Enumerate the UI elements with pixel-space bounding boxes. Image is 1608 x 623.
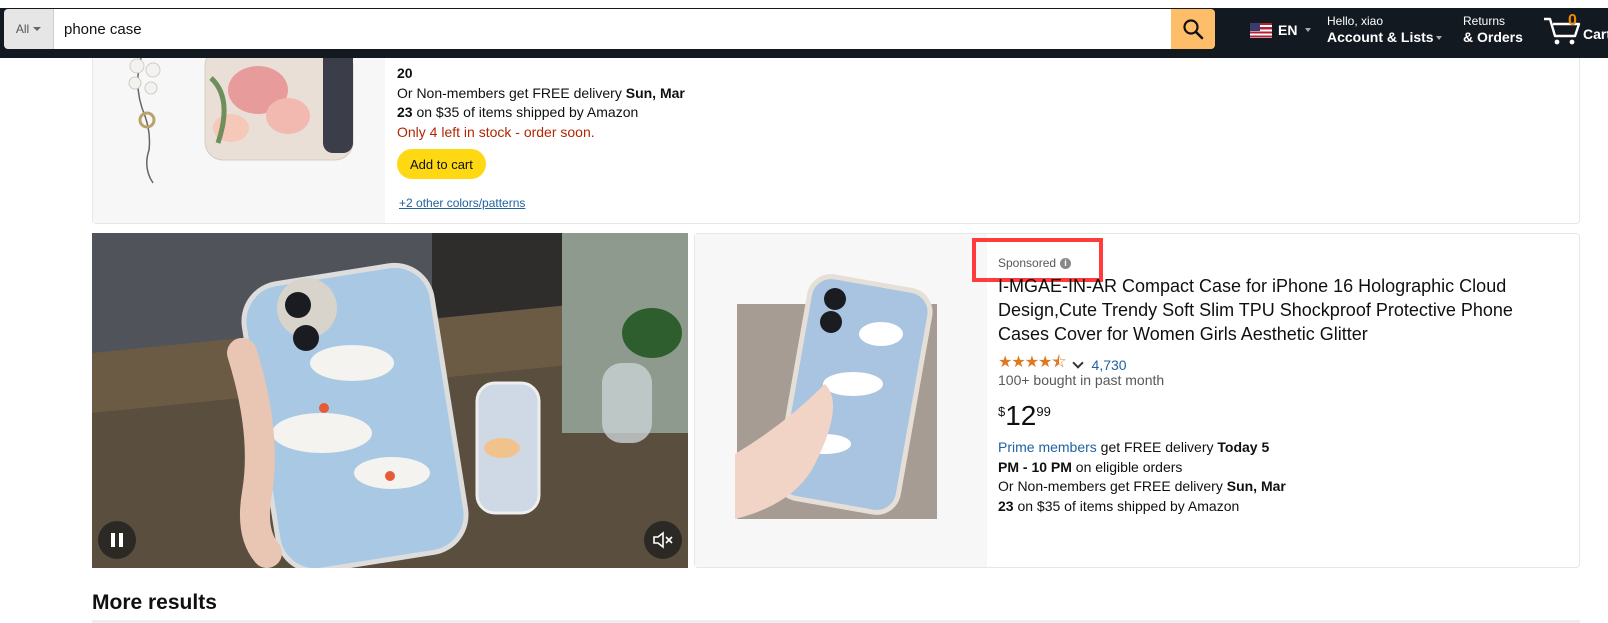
prime-members-link[interactable]: Prime members	[998, 439, 1097, 455]
chevron-down-icon	[33, 27, 42, 31]
prime-delivery-suffix: on eligible orders	[1071, 458, 1183, 475]
top-nav-bar: All EN Hello, xiao Account & Lists Retur…	[0, 0, 1608, 58]
cart-label: Cart	[1583, 26, 1608, 42]
cart-count: 0	[1568, 12, 1577, 29]
search-icon	[1183, 19, 1204, 40]
top-strip	[0, 0, 1608, 8]
price-whole: 12	[1005, 400, 1037, 431]
chevron-down-icon	[1435, 36, 1442, 41]
delivery-date: 20	[397, 65, 413, 81]
product-image[interactable]	[93, 58, 385, 223]
price[interactable]: $1299	[998, 400, 1051, 432]
product-image[interactable]	[695, 234, 987, 567]
pause-icon	[111, 533, 115, 547]
add-to-cart-button[interactable]: Add to cart	[397, 149, 486, 179]
rating-count-link[interactable]: 4,730	[1092, 357, 1127, 373]
account-menu[interactable]: Hello, xiao Account & Lists	[1327, 14, 1442, 46]
other-colors-link[interactable]: +2 other colors/patterns	[399, 196, 525, 210]
search-input[interactable]	[54, 9, 1171, 49]
nonmember-delivery-suffix: on $35 of items shipped by Amazon	[412, 104, 639, 120]
delivery-info: Prime members get FREE delivery Today 5 …	[998, 438, 1328, 516]
product-card: 20 Or Non-members get FREE delivery Sun,…	[92, 58, 1580, 224]
nonmember-delivery-date-2: 23	[998, 497, 1014, 514]
mute-button[interactable]	[644, 521, 682, 559]
sponsored-video[interactable]	[92, 233, 688, 568]
account-greeting: Hello, xiao	[1327, 14, 1384, 28]
search-category-label: All	[15, 22, 30, 36]
more-results-heading: More results	[92, 591, 217, 614]
product-title[interactable]: I-MGAE-IN-AR Compact Case for iPhone 16 …	[998, 274, 1566, 346]
price-fraction: 99	[1036, 404, 1051, 419]
returns-orders-link[interactable]: Returns & Orders	[1463, 14, 1523, 46]
info-icon: i	[1060, 257, 1072, 269]
nonmember-delivery-text: Or Non-members get FREE delivery	[397, 84, 626, 101]
nonmember-delivery-date-2: 23	[397, 104, 413, 120]
price-symbol: $	[998, 404, 1006, 419]
nonmember-delivery-suffix: on $35 of items shipped by Amazon	[1013, 497, 1240, 514]
stock-warning: Only 4 left in stock - order soon.	[397, 123, 595, 140]
nonmember-delivery-date: Sun, Mar	[1226, 478, 1286, 494]
search-bar: All	[4, 9, 1215, 49]
prime-delivery-text: get FREE delivery	[1096, 439, 1218, 455]
nonmember-delivery-date: Sun, Mar	[625, 84, 685, 101]
search-button[interactable]	[1171, 9, 1215, 49]
language-selector[interactable]: EN	[1250, 22, 1312, 38]
mute-icon	[653, 531, 673, 549]
returns-label: Returns	[1463, 14, 1506, 28]
cart-link[interactable]: 0 Cart	[1543, 12, 1608, 46]
pause-button[interactable]	[98, 521, 136, 559]
chevron-down-icon	[1305, 28, 1312, 32]
language-label: EN	[1278, 22, 1298, 38]
sponsored-label[interactable]: Sponsored i	[998, 256, 1072, 270]
product-details: 20 Or Non-members get FREE delivery Sun,…	[397, 64, 897, 142]
phone-case-image	[735, 274, 937, 519]
us-flag-icon	[1250, 22, 1272, 38]
video-frame	[92, 233, 688, 568]
prime-delivery-date: Today 5	[1217, 439, 1270, 455]
orders-label: & Orders	[1463, 29, 1523, 45]
search-category-dropdown[interactable]: All	[4, 9, 54, 49]
account-label: Account & Lists	[1327, 29, 1434, 45]
prime-delivery-time: PM - 10 PM	[998, 458, 1072, 475]
sponsored-text: Sponsored	[998, 256, 1057, 270]
nonmember-delivery-text: Or Non-members get FREE delivery	[998, 478, 1227, 494]
phone-case-image	[128, 58, 354, 184]
chevron-down-icon[interactable]	[1071, 356, 1084, 369]
bought-count: 100+ bought in past month	[998, 372, 1165, 388]
pause-icon-bar	[119, 533, 123, 547]
